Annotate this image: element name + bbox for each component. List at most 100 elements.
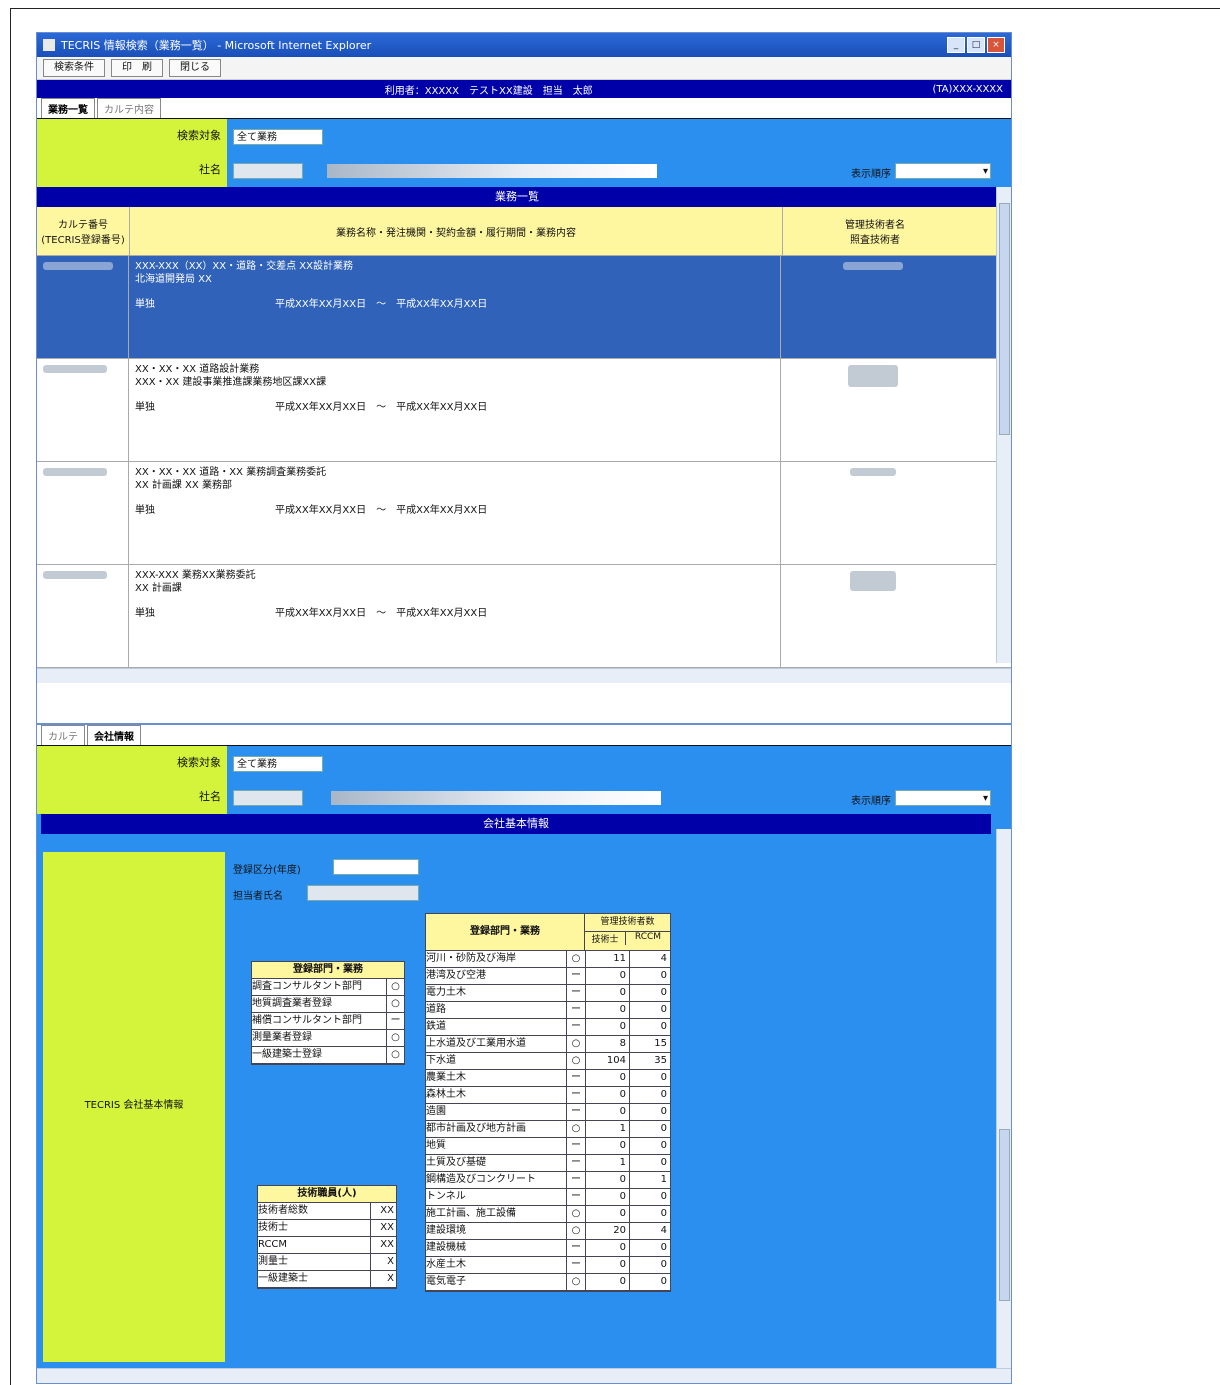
orderer: XX 計画課 (135, 583, 182, 594)
field-name: 水産土木 (426, 1259, 466, 1270)
field-check: ー (566, 1087, 585, 1103)
field-check: ー (566, 1104, 585, 1120)
field-name: 施工計画、施工設備 (426, 1208, 516, 1219)
engineer-pe-count: 20 (585, 1223, 629, 1239)
sort-order-select[interactable]: ▾ (895, 790, 991, 806)
rccm-count: 0 (629, 1257, 670, 1273)
engineer-pe-count: 0 (585, 968, 629, 984)
field-table: 登録部門・業務 管理技術者数 技術士 RCCM 河川・砂防及び海岸 ○ 11 4 港湾及… (425, 913, 671, 1292)
dept-name: 補償コンサルタント部門 (252, 1015, 362, 1026)
table-row[interactable]: XX・XX・XX 道路設計業務 XXX・XX 建設事業推進課業務地区課XX課 単… (37, 359, 1011, 462)
dept-name: 一級建築士登録 (252, 1049, 322, 1060)
table-row: 農業土木ー 0 0 (426, 1070, 670, 1087)
staff-name: 一級建築士 (258, 1273, 308, 1284)
field-name: 下水道 (426, 1055, 456, 1066)
field-table-subheader: 管理技術者数 (585, 914, 670, 932)
karte-number (43, 365, 107, 373)
table-row: 電気電子 ○ 0 0 (426, 1274, 670, 1291)
horizontal-scrollbar[interactable] (37, 668, 1011, 683)
contract-kind: 単独 (135, 299, 155, 310)
staff-table: 技術職員(人) 技術者総数 XX 技術士 XX RCCM XX 測量士 X 一級建築士 X (257, 1185, 397, 1289)
field-check: ○ (566, 1053, 585, 1069)
staff-table-header: 技術職員(人) (258, 1186, 396, 1203)
minimize-icon[interactable]: _ (947, 37, 965, 53)
field-name: 港湾及び空港 (426, 970, 486, 981)
field-check: ○ (566, 1036, 585, 1052)
sort-order-select[interactable]: ▾ (895, 163, 991, 179)
search-condition-button[interactable]: 検索条件 (43, 59, 105, 77)
table-row: 補償コンサルタント部門 ー (252, 1013, 404, 1030)
table-row: 施工計画、施工設備 ○ 0 0 (426, 1206, 670, 1223)
search-target-input[interactable]: 全て業務 (233, 129, 323, 145)
field-name: 地質 (426, 1140, 446, 1151)
close-icon[interactable]: × (987, 37, 1005, 53)
staff-count: XX (370, 1203, 396, 1219)
engineer-pe-count: 0 (585, 1240, 629, 1256)
print-button[interactable]: 印 刷 (111, 59, 163, 77)
window-title: TECRIS 情報検索（業務一覧） - Microsoft Internet E… (61, 39, 372, 52)
table-row: 地質ー 0 0 (426, 1138, 670, 1155)
company-code-input[interactable] (233, 790, 303, 806)
dept-check: ー (386, 1013, 404, 1029)
table-row[interactable]: XXX-XXX 業務XX業務委託 XX 計画課 単独 平成XX年XX月XX日 ～ … (37, 565, 1011, 668)
engineer-pe-count: 1 (585, 1155, 629, 1171)
engineer-pe-count: 0 (585, 1087, 629, 1103)
field-check: ー (566, 1189, 585, 1205)
tab-business-list[interactable]: 業務一覧 (41, 98, 95, 118)
chevron-down-icon: ▾ (982, 166, 988, 177)
column-header: カルテ番号 (TECRIS登録番号) 業務名称・発注機関・契約金額・履行期間・業… (37, 207, 997, 256)
field-name: 河川・砂防及び海岸 (426, 953, 516, 964)
orderer: XXX・XX 建設事業推進課業務地区課XX課 (135, 377, 327, 388)
table-row: 建設環境 ○ 20 4 (426, 1223, 670, 1240)
maximize-icon[interactable]: □ (967, 37, 985, 53)
tab-karte[interactable]: カルテ内容 (97, 98, 161, 118)
field-check: ー (566, 1155, 585, 1171)
scroll-thumb[interactable] (999, 1129, 1010, 1301)
search-target-input[interactable]: 全て業務 (233, 756, 323, 772)
user-info: 利用者：XXXXX テストXX建設 担当 太郎 (384, 85, 593, 97)
scroll-thumb[interactable] (999, 203, 1010, 435)
table-row: 電力土木ー 0 0 (426, 985, 670, 1002)
rccm-count: 0 (629, 1019, 670, 1035)
staff-name: 技術者総数 (258, 1205, 308, 1216)
registration-input[interactable] (333, 859, 419, 875)
vertical-scrollbar[interactable] (996, 829, 1011, 1369)
rccm-count: 4 (629, 1223, 670, 1239)
close-button[interactable]: 閉じる (169, 59, 221, 77)
dept-check: ○ (386, 1047, 404, 1063)
col-engineer: 管理技術者名 照査技術者 (845, 220, 905, 246)
tab-karte[interactable]: カルテ (41, 725, 85, 745)
rccm-count: 4 (629, 951, 670, 967)
chevron-down-icon: ▾ (982, 793, 988, 804)
table-row[interactable]: XXX-XXX（XX）XX・道路・交差点 XX設計業務 北海道開発局 XX 単独… (37, 256, 1011, 359)
engineer-pe-count: 0 (585, 1206, 629, 1222)
field-check: ー (566, 985, 585, 1001)
left-section-label: TECRIS 会社基本情報 (84, 1100, 184, 1111)
field-name: 電力土木 (426, 987, 466, 998)
table-row: 港湾及び空港ー 0 0 (426, 968, 670, 985)
col-rccm: RCCM (625, 932, 670, 945)
table-row[interactable]: XX・XX・XX 道路・XX 業務調査業務委託 XX 計画課 XX 業務部 単独… (37, 462, 1011, 565)
orderer: XX 計画課 XX 業務部 (135, 480, 232, 491)
vertical-scrollbar[interactable] (996, 187, 1011, 663)
rccm-count: 0 (629, 1240, 670, 1256)
engineer-pe-count: 0 (585, 985, 629, 1001)
karte-number (43, 571, 107, 579)
search-panel: 検索対象 社名 全て業務 表示順序 ▾ (37, 746, 1011, 814)
field-name: 建設環境 (426, 1225, 466, 1236)
company-code-input[interactable] (233, 163, 303, 179)
rccm-count: 0 (629, 1087, 670, 1103)
engineer-pe-count: 1 (585, 1121, 629, 1137)
period: 平成XX年XX月XX日 ～ 平成XX年XX月XX日 (275, 402, 488, 413)
col-engineer-pe: 技術士 (591, 935, 619, 945)
field-check: ー (566, 1172, 585, 1188)
period: 平成XX年XX月XX日 ～ 平成XX年XX月XX日 (275, 608, 488, 619)
staff-count: X (370, 1271, 396, 1287)
table-row: 一級建築士 X (258, 1271, 396, 1288)
horizontal-scrollbar[interactable] (37, 1368, 1011, 1383)
tab-company-info[interactable]: 会社情報 (87, 725, 141, 745)
search-target-label: 検索対象 (177, 756, 221, 769)
contact-input[interactable] (307, 885, 419, 901)
tab-row: 業務一覧 カルテ内容 (37, 98, 1011, 119)
search-target-label: 検索対象 (177, 129, 221, 142)
